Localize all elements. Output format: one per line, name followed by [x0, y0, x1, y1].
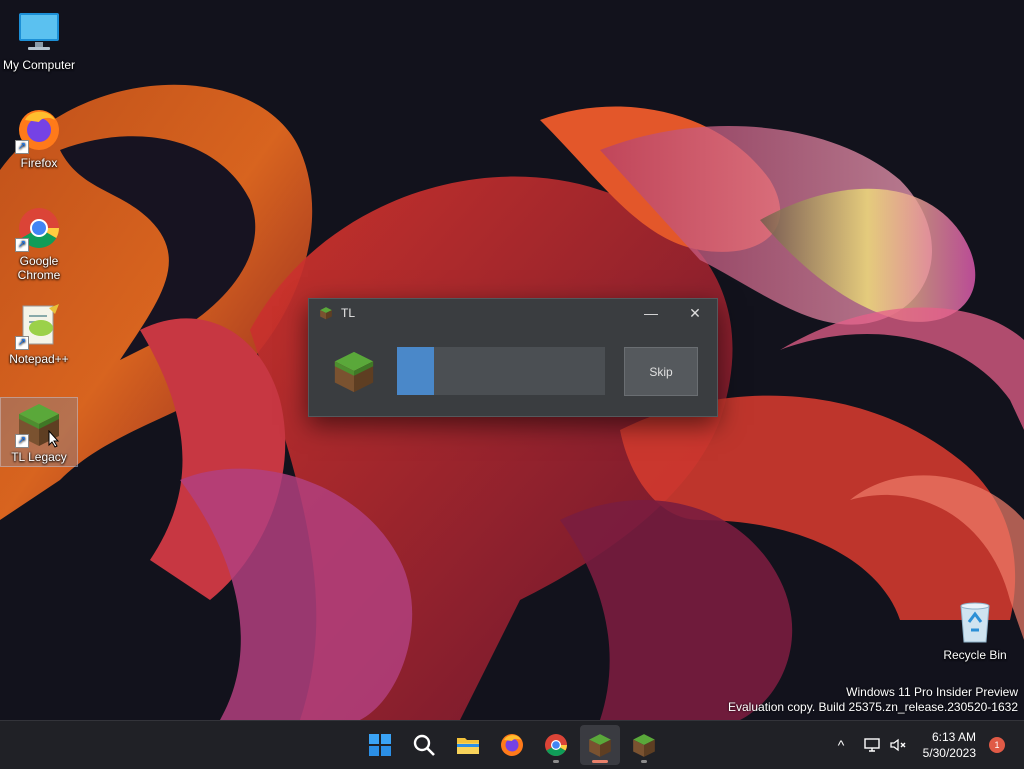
running-indicator: [641, 760, 647, 763]
minimize-button[interactable]: —: [629, 299, 673, 327]
skip-button[interactable]: Skip: [624, 347, 698, 396]
clock-date: 5/30/2023: [922, 746, 976, 760]
file-explorer-icon: [457, 738, 479, 754]
network-button[interactable]: [860, 721, 884, 769]
tl-launcher-icon: [589, 734, 611, 757]
monitor-icon: [15, 8, 63, 56]
dialog-title: TL: [341, 306, 356, 320]
download-progress-bar: [397, 347, 605, 395]
shortcut-arrow-icon: ↗: [15, 434, 29, 448]
desktop-icon-label: Firefox: [20, 156, 58, 170]
start-icon: [369, 734, 391, 756]
chrome-taskbar-button[interactable]: [536, 725, 576, 765]
desktop-icon-recycle-bin[interactable]: Recycle Bin: [937, 598, 1013, 662]
desktop-icon-label: Recycle Bin: [943, 648, 1007, 662]
close-button[interactable]: ✕: [673, 299, 717, 327]
search-button[interactable]: [404, 725, 444, 765]
chrome-icon: [545, 734, 567, 756]
shortcut-arrow-icon: ↗: [15, 238, 29, 252]
volume-muted-icon: [890, 738, 906, 752]
taskbar-clock[interactable]: 6:13 AM 5/30/2023: [923, 729, 976, 761]
chrome-icon: ↗: [15, 204, 63, 252]
network-icon: [864, 738, 880, 752]
desktop-icon-label: TL Legacy: [11, 450, 67, 464]
shortcut-arrow-icon: ↗: [15, 336, 29, 350]
start-button[interactable]: [360, 725, 400, 765]
taskbar: ^ 6:13 AM 5/30/2023 1: [0, 720, 1024, 769]
shortcut-arrow-icon: ↗: [15, 140, 29, 154]
desktop-icon-label: Google Chrome: [17, 254, 61, 282]
firefox-taskbar-button[interactable]: [492, 725, 532, 765]
desktop-icon-tl-legacy[interactable]: ↗ TL Legacy: [0, 397, 78, 467]
firefox-icon: [501, 734, 523, 756]
firefox-icon: ↗: [15, 106, 63, 154]
minecraft-taskbar-button[interactable]: [624, 725, 664, 765]
desktop-icon-label: Notepad++: [9, 352, 69, 366]
grass-block-logo: [334, 351, 374, 393]
desktop-icon-notepadpp[interactable]: ↗ Notepad++: [1, 302, 77, 366]
watermark-edition: Windows 11 Pro Insider Preview: [846, 685, 1018, 699]
volume-button[interactable]: [886, 721, 910, 769]
file-explorer-button[interactable]: [448, 725, 488, 765]
tl-launcher-taskbar-button[interactable]: [580, 725, 620, 765]
desktop-icon-my-computer[interactable]: My Computer: [1, 8, 77, 72]
clock-time: 6:13 AM: [931, 730, 976, 744]
watermark-build: Evaluation copy. Build 25375.zn_release.…: [728, 700, 1018, 714]
windows-watermark: Windows 11 Pro Insider Preview Evaluatio…: [728, 685, 1018, 715]
notification-badge[interactable]: 1: [989, 737, 1005, 753]
active-indicator: [592, 760, 608, 763]
mouse-cursor-icon: [48, 430, 60, 448]
minimize-icon: —: [644, 305, 658, 321]
chevron-up-icon: ^: [837, 737, 845, 753]
notepadpp-icon: ↗: [15, 302, 63, 350]
progress-fill: [397, 347, 435, 395]
tl-launcher-dialog: TL — ✕ Skip: [308, 298, 718, 417]
desktop-icon-label: My Computer: [2, 58, 76, 72]
show-hidden-icons-button[interactable]: ^: [828, 721, 854, 769]
desktop-icon-google-chrome[interactable]: ↗ Google Chrome: [1, 204, 77, 282]
minecraft-icon: [633, 734, 655, 757]
close-icon: ✕: [689, 304, 701, 321]
search-icon: [413, 734, 435, 756]
grass-block-icon: [320, 307, 332, 320]
desktop-icon-firefox[interactable]: ↗ Firefox: [1, 106, 77, 170]
dialog-titlebar[interactable]: TL — ✕: [309, 299, 717, 327]
running-indicator: [553, 760, 559, 763]
recycle-bin-icon: [951, 598, 999, 646]
